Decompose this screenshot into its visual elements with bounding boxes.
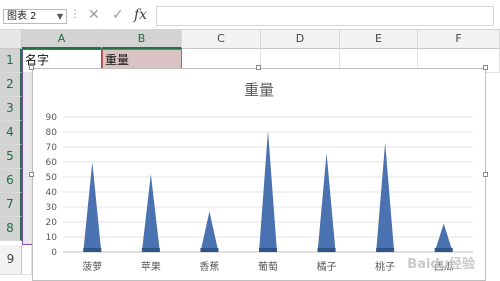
cone-bar	[376, 142, 395, 252]
cone-base	[376, 248, 395, 252]
x-tick-label: 香蕉	[199, 261, 219, 273]
y-tick-label: 20	[46, 218, 58, 228]
y-tick-label: 30	[46, 203, 58, 213]
cell-a9[interactable]	[22, 245, 32, 275]
row-header-7[interactable]: 7	[0, 193, 22, 217]
insert-function-icon[interactable]: fx	[134, 7, 147, 23]
y-tick-label: 40	[46, 188, 58, 198]
select-all-corner[interactable]	[0, 30, 22, 49]
y-tick-label: 70	[46, 143, 58, 153]
y-tick-label: 80	[46, 128, 58, 138]
name-box-value: 图表 2	[7, 11, 37, 22]
chart-plot: 0102030405060708090菠萝 苹果 香蕉 葡萄 橘子 桃子 西瓜	[46, 113, 473, 273]
y-tick-label: 50	[46, 173, 58, 183]
x-tick-label: 葡萄	[258, 260, 278, 273]
resize-handle-top-right[interactable]	[483, 65, 488, 70]
row-header-4[interactable]: 4	[0, 121, 22, 145]
row-header-5[interactable]: 5	[0, 145, 22, 169]
cone-bar	[200, 211, 219, 252]
more-icon: ⋮	[70, 9, 80, 20]
cone-base	[83, 248, 102, 252]
y-tick-label: 0	[51, 248, 57, 258]
resize-handle-right[interactable]	[483, 172, 488, 177]
col-header-b[interactable]: B	[102, 30, 182, 49]
row-header-3[interactable]: 3	[0, 97, 22, 121]
cone-bar	[434, 223, 453, 252]
col-header-c[interactable]: C	[182, 30, 261, 49]
row-header-6[interactable]: 6	[0, 169, 22, 193]
chevron-down-icon[interactable]: ▼	[57, 10, 63, 23]
name-box[interactable]: 图表 2 ▼	[3, 9, 67, 24]
cone-bar	[259, 130, 277, 252]
row-header-9[interactable]: 9	[0, 245, 22, 275]
row-header-1[interactable]: 1	[0, 49, 22, 73]
cone-bar	[141, 174, 160, 252]
chart-object[interactable]: 重量 0 10 20 30 40 50 60 70 80 90 菠萝 苹果 香蕉 葡萄 橘子 桃子 西瓜 Bai…	[32, 68, 486, 281]
x-tick-label: 苹果	[141, 260, 161, 273]
y-tick-label: 60	[46, 158, 58, 168]
col-header-e[interactable]: E	[340, 30, 418, 49]
cone-base	[434, 248, 453, 252]
formula-bar: 图表 2 ▼ ⋮ ✕ ✓ fx	[0, 0, 500, 30]
resize-handle-top[interactable]	[256, 65, 261, 70]
y-tick-label: 90	[46, 113, 58, 123]
cone-bar	[317, 153, 336, 252]
formula-actions: ✕ ✓ fx	[84, 6, 154, 26]
cone-base	[259, 248, 277, 252]
x-tick-label: 菠萝	[82, 261, 102, 273]
x-tick-label: 桃子	[375, 260, 395, 273]
baidu-watermark: Baidu经验	[407, 257, 475, 272]
row-header-8[interactable]: 8	[0, 217, 22, 241]
col-header-a[interactable]: A	[22, 30, 102, 49]
formula-input[interactable]	[156, 6, 494, 26]
resize-handle-top-left[interactable]	[29, 65, 34, 70]
cancel-icon[interactable]: ✕	[88, 7, 100, 23]
row-header-2[interactable]: 2	[0, 73, 22, 97]
col-header-f[interactable]: F	[418, 30, 500, 49]
x-tick-label: 橘子	[317, 261, 337, 273]
confirm-icon[interactable]: ✓	[112, 7, 124, 23]
resize-handle-left[interactable]	[29, 172, 34, 177]
y-tick-label: 10	[46, 233, 58, 243]
col-header-d[interactable]: D	[261, 30, 340, 49]
cone-base	[200, 248, 219, 252]
cone-base	[141, 248, 160, 252]
cone-base	[317, 248, 336, 252]
